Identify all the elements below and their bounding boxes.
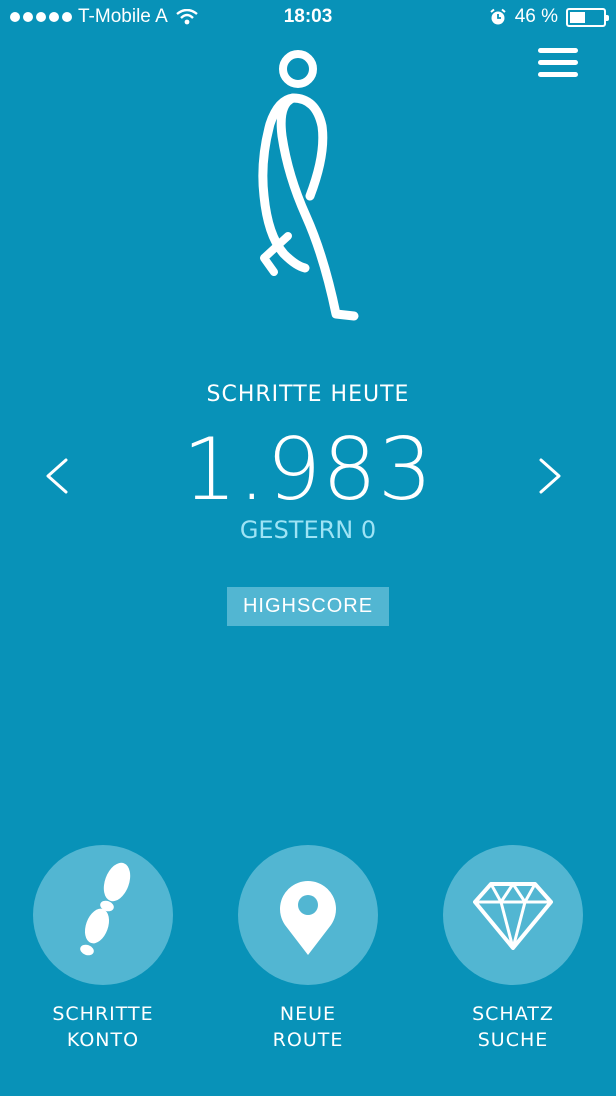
treasure-hunt-label-line2: SUCHE [477,1029,549,1051]
steps-account-label-line1: SCHRITTE [52,1003,154,1025]
hamburger-menu-icon[interactable] [538,48,582,86]
steps-account-circle[interactable] [33,845,173,985]
map-pin-icon [280,881,336,955]
treasure-hunt-label-line1: SCHATZ [472,1003,554,1025]
alarm-icon [490,8,506,25]
diamond-icon [473,882,553,950]
steps-account-label: SCHRITTE KONTO [33,1001,173,1053]
status-bar: T-Mobile A 18:03 46 % [0,0,616,34]
footprints-icon [80,862,131,956]
status-right: 46 % [489,6,609,28]
treasure-hunt-label: SCHATZ SUCHE [443,1001,583,1053]
walking-person-icon [258,50,359,321]
battery-percent: 46 % [514,6,558,27]
steps-account-label-line2: KONTO [66,1029,140,1051]
new-route-label-line1: NEUE [279,1003,337,1025]
highscore-button[interactable]: HIGHSCORE [227,587,389,626]
steps-account-button[interactable]: SCHRITTE KONTO [33,845,173,1053]
new-route-label: NEUE ROUTE [238,1001,378,1053]
battery-icon [566,7,609,27]
steps-today-label: SCHRITTE HEUTE [206,382,410,407]
treasure-hunt-circle[interactable] [443,845,583,985]
new-route-button[interactable]: NEUE ROUTE [238,845,378,1053]
new-route-circle[interactable] [238,845,378,985]
steps-count: 1.983 [182,420,434,520]
new-route-label-line2: ROUTE [272,1029,344,1051]
chevron-right-icon[interactable] [535,456,565,496]
treasure-hunt-button[interactable]: SCHATZ SUCHE [443,845,583,1053]
steps-yesterday-label: GESTERN 0 [239,516,377,544]
